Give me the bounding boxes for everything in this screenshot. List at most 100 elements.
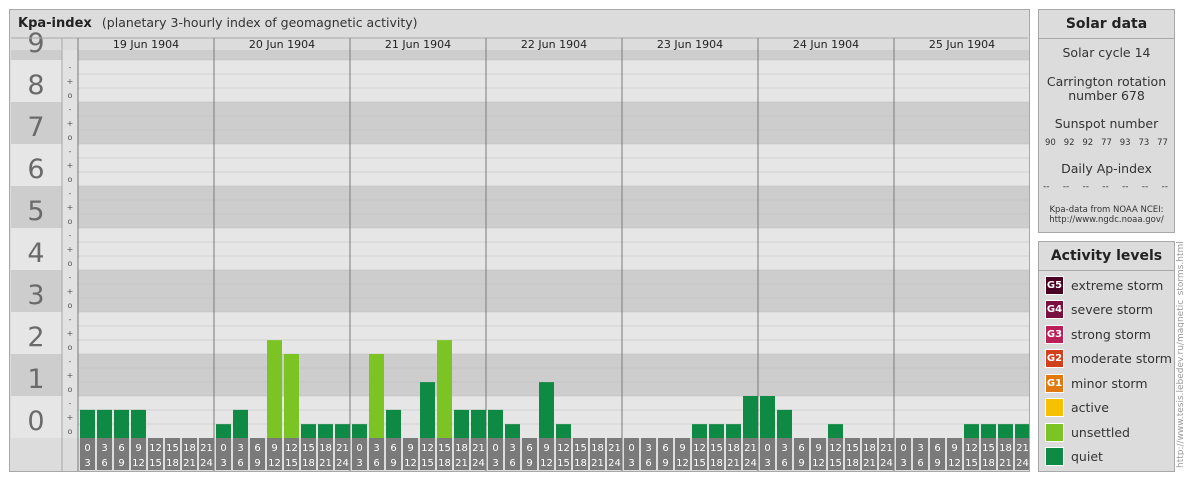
data-credit-line-2: http://www.ngdc.noaa.gov/ [1049,215,1164,225]
interval-start-label: 0 [356,443,362,454]
legend-item: G4 severe storm [1045,300,1153,320]
interval-end-label: 9 [934,458,940,469]
legend-label: unsettled [1071,424,1130,440]
sunspot-value: 93 [1119,138,1131,148]
kp-bar [1015,424,1029,438]
interval-start-label: 3 [101,443,107,454]
kp-band [78,312,1029,354]
kp-subtick-label: o [68,217,73,226]
interval-end-label: 6 [373,458,379,469]
source-watermark: http://www.tesis.lebedev.ru/magnetic_sto… [1176,241,1184,468]
interval-end-label: 6 [101,458,107,469]
interval-end-label: 3 [628,458,634,469]
interval-end-label: 6 [781,458,787,469]
kp-subtick-label: - [69,105,72,114]
ap-value: -- [1161,182,1169,192]
kp-subtick-label: + [67,77,74,86]
kpa-chart: 0 o + - 1 o + - 2 o + - 3 o + - 4 o + - 5 o + - 6 o + - 7 o + - 8 o + - 9 19 … [11,28,1029,471]
sunspot-value: 92 [1063,138,1075,148]
kp-axis-label: 5 [27,196,44,227]
kp-subtick-label: o [68,133,73,142]
kp-bar [998,424,1013,438]
kp-bar [267,340,282,438]
kp-subtick-label: o [68,301,73,310]
kp-subtick-label: + [67,119,74,128]
interval-start-label: 21 [1016,443,1029,454]
kp-subtick-label: o [68,259,73,268]
interval-end-label: 12 [812,458,825,469]
sunspot-value: 77 [1101,138,1112,148]
legend-label: moderate storm [1071,351,1172,366]
interval-start-label: 15 [302,443,315,454]
interval-end-label: 15 [285,458,298,469]
interval-start-label: 0 [492,443,498,454]
interval-start-label: 21 [336,443,349,454]
interval-end-label: 3 [764,458,770,469]
interval-start-label: 0 [900,443,906,454]
interval-start-label: 3 [917,443,923,454]
kp-subtick-label: o [68,427,73,436]
interval-start-label: 18 [999,443,1012,454]
interval-start-label: 9 [951,443,957,454]
interval-start-label: 21 [472,443,485,454]
interval-end-label: 15 [557,458,570,469]
legend-label: extreme storm [1071,277,1164,293]
interval-start-label: 3 [781,443,787,454]
kp-subtick-label: + [67,245,74,254]
activity-levels-panel: Activity levels G5 extreme storm G4 severe … [1038,241,1175,472]
kp-axis-label: 7 [27,112,44,143]
kp-subtick-label: - [69,147,72,156]
interval-start-label: 3 [645,443,651,454]
interval-start-label: 3 [373,443,379,454]
legend-item: quiet [1045,447,1103,467]
ap-value: -- [1043,182,1050,192]
interval-start-label: 0 [628,443,634,454]
sunspot-values: 90 92 92 77 93 73 77 [1045,138,1168,148]
kp-band [78,102,1029,144]
kp-axis-label: 0 [27,406,44,437]
interval-end-label: 3 [492,458,498,469]
interval-start-label: 21 [744,443,757,454]
kp-axis-label: 4 [27,238,44,269]
kp-band [78,270,1029,312]
day-label: 24 Jun 1904 [793,38,859,51]
interval-end-label: 12 [404,458,417,469]
activity-levels-title: Activity levels [1039,242,1174,271]
interval-end-label: 21 [319,458,332,469]
interval-start-label: 6 [526,443,532,454]
kp-subtick-label: + [67,329,74,338]
kp-bar [301,424,316,438]
interval-end-label: 24 [608,458,621,469]
kp-subtick-label: o [68,385,73,394]
interval-end-label: 18 [846,458,859,469]
interval-end-label: 18 [302,458,315,469]
kp-bar [437,340,452,438]
legend-label: quiet [1071,449,1103,464]
interval-start-label: 9 [407,443,413,454]
legend-item: active [1045,398,1109,418]
kp-bar [760,396,775,438]
kp-axis-label: 8 [27,70,44,101]
interval-start-label: 12 [693,443,706,454]
interval-start-label: 9 [679,443,685,454]
kp-bar [743,396,758,438]
kp-subtick-label: o [68,343,73,352]
carrington-line-2: number 678 [1068,88,1145,103]
interval-end-label: 9 [390,458,396,469]
kp-subtick-label: - [69,315,72,324]
interval-start-label: 18 [727,443,740,454]
legend-swatch: G5 [1045,275,1064,295]
kp-axis-label: 2 [27,322,44,353]
legend-label: severe storm [1071,302,1153,317]
legend-label: strong storm [1071,326,1151,342]
interval-start-label: 12 [965,443,978,454]
interval-start-label: 18 [863,443,876,454]
legend-swatch [1045,447,1064,466]
kp-bar [114,409,129,438]
interval-end-label: 3 [900,458,906,469]
interval-start-label: 6 [798,443,804,454]
sunspot-label: Sunspot number [1054,116,1159,131]
kp-band [78,186,1029,228]
kp-subtick-label: o [68,91,73,100]
kp-bar [233,409,248,438]
